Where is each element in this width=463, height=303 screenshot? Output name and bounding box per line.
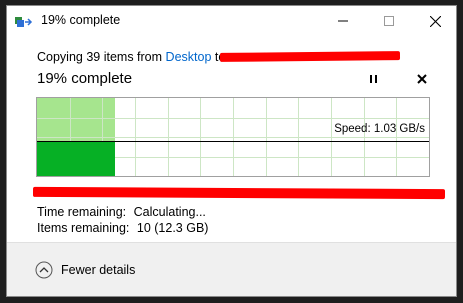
maximize-icon (384, 16, 394, 26)
items-remaining-value: 10 (12.3 GB) (136, 221, 209, 235)
maximize-button[interactable] (366, 6, 412, 36)
copy-prefix: Copying 39 items from (37, 50, 163, 64)
copy-description: Copying 39 items from Desktop to (37, 50, 225, 64)
time-remaining-label: Time remaining: (37, 205, 127, 219)
copy-progress-window: 19% complete Copying 39 items from Deskt… (6, 5, 457, 297)
items-remaining-row: Items remaining: 10 (12.3 GB) (37, 221, 208, 235)
redaction-destination (219, 51, 401, 62)
minimize-button[interactable] (320, 6, 366, 36)
fewer-details-button[interactable]: Fewer details (35, 261, 135, 279)
time-remaining-value: Calculating... (133, 205, 206, 219)
window-title: 19% complete (41, 13, 121, 27)
source-link[interactable]: Desktop (166, 50, 212, 64)
close-button[interactable] (412, 6, 456, 36)
pause-icon (370, 75, 377, 83)
chevron-up-circle-icon (35, 261, 53, 279)
fewer-details-label: Fewer details (61, 263, 136, 277)
transfer-speed-graph: Speed: 1.03 GB/s (36, 97, 430, 177)
footer: Fewer details (7, 243, 456, 296)
minimize-icon (338, 16, 348, 26)
pause-button[interactable] (367, 72, 381, 86)
current-speed-line (37, 141, 429, 142)
title-bar: 19% complete (7, 6, 456, 36)
copy-transfer-icon (15, 15, 33, 27)
cancel-icon (417, 74, 427, 84)
time-remaining-row: Time remaining: Calculating... (37, 205, 206, 219)
cancel-button[interactable] (415, 72, 429, 86)
speed-area (37, 141, 115, 176)
redaction-filename (32, 186, 446, 200)
progress-status: 19% complete (37, 70, 133, 87)
speed-label: Speed: 1.03 GB/s (334, 123, 425, 135)
close-icon (429, 15, 441, 27)
items-remaining-label: Items remaining: (37, 221, 130, 235)
